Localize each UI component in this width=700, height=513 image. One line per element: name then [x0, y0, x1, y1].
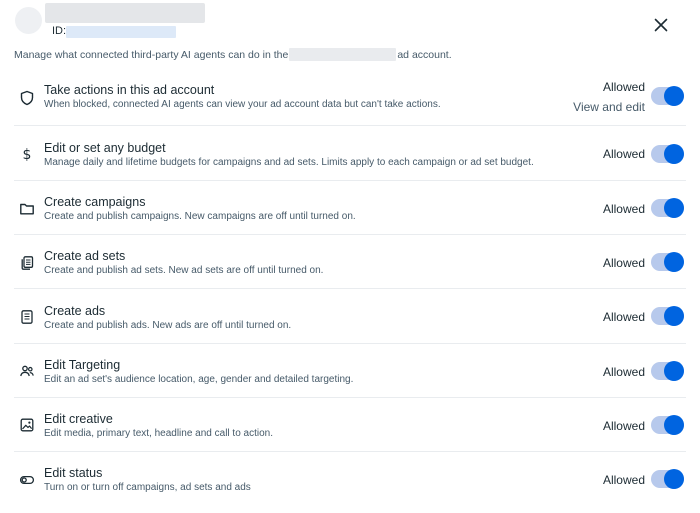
toggle-knob: [664, 144, 684, 164]
account-header: ID:: [15, 3, 685, 39]
redacted-account-id: [66, 26, 176, 38]
permission-status: Allowed: [602, 80, 645, 94]
toggle-knob: [664, 306, 684, 326]
permission-status: Allowed: [602, 365, 645, 379]
dollar-icon: $: [18, 145, 36, 163]
row-divider: [14, 288, 686, 289]
redacted-account-name: [45, 3, 205, 23]
ad-sets-icon: [18, 254, 36, 272]
permission-status: Allowed: [602, 419, 645, 433]
permission-subtitle: Edit an ad set's audience location, age,…: [44, 374, 354, 385]
permission-subtitle: Create and publish ads. New ads are off …: [44, 320, 292, 331]
permission-subtitle: When blocked, connected AI agents can vi…: [44, 99, 441, 110]
close-icon: [654, 18, 668, 32]
row-divider: [14, 451, 686, 452]
permission-toggle[interactable]: [651, 361, 684, 381]
permission-toggle[interactable]: [651, 469, 684, 489]
id-label: ID:: [52, 25, 67, 37]
toggle-knob: [664, 415, 684, 435]
row-divider: [14, 397, 686, 398]
permission-title: Edit status: [44, 466, 103, 480]
permission-toggle[interactable]: [651, 144, 684, 164]
permission-title: Take actions in this ad account: [44, 83, 215, 97]
permission-title: Edit Targeting: [44, 358, 121, 372]
permission-subtitle: Edit media, primary text, headline and c…: [44, 428, 274, 439]
description-text-start: Manage what connected third-party AI age…: [14, 48, 289, 61]
people-icon: [18, 362, 36, 380]
toggle-knob: [664, 86, 684, 106]
panel-description: Manage what connected third-party AI age…: [14, 48, 452, 61]
permission-title: Edit creative: [44, 412, 113, 426]
permission-toggle[interactable]: [651, 415, 684, 435]
permission-status: Allowed: [602, 310, 645, 324]
toggle-knob: [664, 198, 684, 218]
permission-title: Create campaigns: [44, 195, 146, 209]
description-text-end: ad account.: [397, 48, 452, 61]
avatar: [15, 7, 42, 34]
permission-toggle[interactable]: [651, 306, 684, 326]
close-button[interactable]: [651, 15, 671, 35]
shield-icon: [18, 89, 36, 107]
permission-toggle[interactable]: [651, 198, 684, 218]
toggle-knob: [664, 252, 684, 272]
agent-permissions-panel: ID: Manage what connected third-party AI…: [0, 0, 700, 513]
svg-text:$: $: [23, 147, 32, 162]
permission-status: Allowed: [602, 202, 645, 216]
row-divider: [14, 125, 686, 126]
row-divider: [14, 343, 686, 344]
permission-subtitle: Manage daily and lifetime budgets for ca…: [44, 157, 534, 168]
image-icon: [18, 416, 36, 434]
toggle-knob: [664, 361, 684, 381]
toggle-knob: [664, 469, 684, 489]
permission-status: Allowed: [602, 256, 645, 270]
toggle-status-icon: [18, 471, 36, 489]
folder-icon: [18, 200, 36, 218]
permission-toggle[interactable]: [651, 252, 684, 272]
permission-title: Create ads: [44, 304, 106, 318]
row-divider: [14, 234, 686, 235]
permission-title: Create ad sets: [44, 249, 126, 263]
permission-subtitle: Turn on or turn off campaigns, ad sets a…: [44, 482, 251, 493]
permission-status: Allowed: [602, 147, 645, 161]
ad-document-icon: [18, 308, 36, 326]
permission-title: Edit or set any budget: [44, 141, 166, 155]
permission-access-level: View and edit: [573, 100, 645, 114]
permission-subtitle: Create and publish campaigns. New campai…: [44, 211, 356, 222]
permission-subtitle: Create and publish ad sets. New ad sets …: [44, 265, 324, 276]
permission-status: Allowed: [602, 473, 645, 487]
redacted-account-name-inline: [289, 48, 397, 61]
row-divider: [14, 180, 686, 181]
permission-toggle[interactable]: [651, 86, 684, 106]
